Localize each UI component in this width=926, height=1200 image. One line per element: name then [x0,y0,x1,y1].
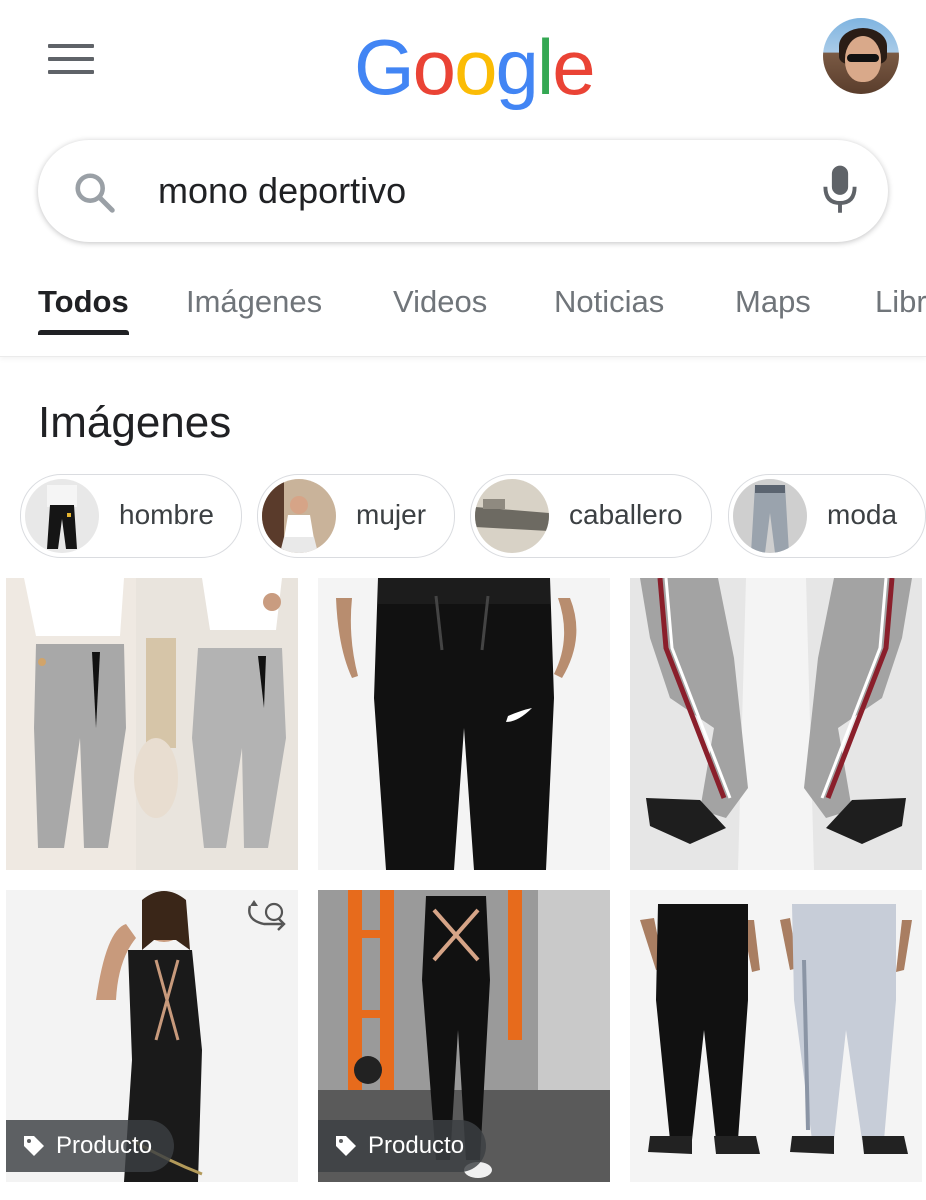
mic-icon[interactable] [820,164,860,216]
chip-thumbnail [25,479,99,553]
image-result[interactable]: Producto [318,890,610,1182]
images-section-title: Imágenes [38,398,232,447]
tag-icon [336,1136,356,1156]
chip-thumbnail [733,479,807,553]
search-box[interactable]: mono deportivo [38,140,888,242]
rotate-360-icon [248,900,286,931]
chip-moda[interactable]: moda [728,474,926,558]
tab-videos[interactable]: Videos [393,284,487,320]
search-icon[interactable] [72,170,118,216]
search-input[interactable]: mono deportivo [158,170,406,212]
result-thumbnail [630,578,922,870]
result-thumbnail [630,890,922,1182]
image-result[interactable]: Producto [6,890,298,1182]
product-tag: Producto [6,1120,175,1172]
chip-thumbnail [475,479,549,553]
google-logo[interactable]: Google [354,22,596,113]
chip-hombre[interactable]: hombre [20,474,242,558]
tab-imagenes[interactable]: Imágenes [186,284,322,320]
active-tab-indicator [38,330,129,335]
tab-maps[interactable]: Maps [735,284,811,320]
chip-caballero[interactable]: caballero [470,474,712,558]
chip-thumbnail [262,479,336,553]
search-tabs: Todos Imágenes Videos Noticias Maps Libr… [0,270,926,357]
tag-icon [24,1136,44,1156]
result-thumbnail [318,578,610,870]
chip-mujer[interactable]: mujer [257,474,455,558]
product-tag: Producto [318,1120,487,1172]
image-result[interactable] [318,578,610,870]
tab-noticias[interactable]: Noticias [554,284,664,320]
tab-todos[interactable]: Todos [38,284,129,320]
menu-icon[interactable] [48,44,94,80]
account-avatar[interactable] [823,18,899,94]
image-result[interactable] [630,578,922,870]
tab-libros[interactable]: Libros [875,284,926,320]
image-result[interactable] [630,890,922,1182]
image-result[interactable] [6,578,298,870]
top-bar: Google [0,0,926,130]
result-thumbnail [6,578,298,870]
